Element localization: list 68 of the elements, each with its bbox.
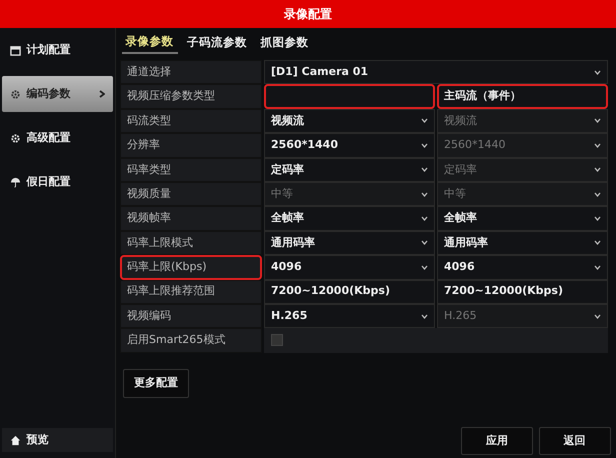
dropdown: 定码率 — [437, 158, 608, 182]
field-label: 分辨率 — [120, 133, 262, 158]
dropdown-caret-icon — [421, 216, 428, 222]
dropdown: 2560*1440 — [437, 133, 608, 158]
dropdown-caret-icon — [421, 167, 428, 172]
gear-icon — [10, 132, 21, 144]
dropdown: H.265 — [437, 304, 608, 328]
dropdown[interactable]: 定码率 — [264, 158, 435, 182]
dropdown-caret-icon — [594, 240, 601, 246]
dropdown[interactable]: 全帧率 — [264, 206, 435, 231]
tab[interactable]: 抓图参数 — [256, 30, 312, 54]
dropdown[interactable]: H.265 — [264, 304, 435, 328]
dropdown-caret-icon — [594, 142, 601, 148]
umbrella-icon — [10, 176, 21, 188]
dropdown: 视频流 — [437, 108, 608, 134]
dropdown-caret-icon — [594, 167, 601, 172]
dropdown[interactable]: 4096 — [437, 255, 608, 280]
tab[interactable]: 录像参数 — [122, 30, 178, 54]
field-label: 通道选择 — [120, 60, 262, 84]
field-label: 视频编码 — [120, 304, 262, 328]
sidebar-item[interactable]: 计划配置 — [2, 32, 113, 68]
chevron-right-icon — [99, 90, 105, 98]
dropdown-caret-icon — [421, 240, 428, 246]
calendar-icon — [10, 44, 21, 56]
dropdown-caret-icon — [421, 264, 428, 270]
preview-button[interactable]: 预览 — [2, 428, 113, 452]
checkbox[interactable] — [271, 334, 283, 346]
value-text: 7200~12000(Kbps) — [437, 280, 608, 304]
value-text: 主码流（事件） — [437, 84, 608, 109]
dropdown-caret-icon — [421, 192, 428, 197]
dropdown-caret-icon — [421, 314, 428, 319]
field-label: 视频质量 — [120, 182, 262, 206]
dropdown[interactable]: 通用码率 — [437, 230, 608, 256]
field-label: 码率类型 — [120, 158, 262, 182]
gear-icon — [10, 88, 21, 100]
field-label: 码率上限推荐范围 — [120, 280, 262, 304]
dropdown-caret-icon — [594, 118, 601, 124]
dropdown[interactable]: 全帧率 — [437, 206, 608, 231]
sidebar-item[interactable]: 编码参数 — [2, 76, 113, 112]
home-icon — [10, 434, 21, 446]
dropdown-caret-icon — [594, 70, 601, 75]
field-label: 码率上限(Kbps) — [120, 255, 262, 280]
field-label: 视频帧率 — [120, 206, 262, 231]
more-settings-button[interactable]: 更多配置 — [122, 369, 189, 398]
back-button[interactable]: 返回 — [538, 426, 610, 456]
dropdown[interactable]: 视频流 — [264, 108, 435, 134]
field-label: 视频压缩参数类型 — [120, 84, 262, 109]
dropdown-caret-icon — [594, 314, 601, 319]
dropdown: 中等 — [437, 182, 608, 206]
dropdown-caret-icon — [421, 118, 428, 124]
tab[interactable]: 子码流参数 — [183, 30, 251, 54]
dropdown[interactable]: 2560*1440 — [264, 133, 435, 158]
window-title: 录像配置 — [0, 0, 616, 28]
value-text: 7200~12000(Kbps) — [264, 280, 435, 304]
dropdown[interactable]: 4096 — [264, 255, 435, 280]
field-label: 启用Smart265模式 — [120, 328, 262, 353]
apply-button[interactable]: 应用 — [461, 426, 533, 456]
field-label: 码率上限模式 — [120, 230, 262, 256]
dropdown-caret-icon — [594, 192, 601, 197]
field-label: 码流类型 — [120, 108, 262, 134]
sidebar-item[interactable]: 高级配置 — [2, 120, 113, 156]
dropdown-caret-icon — [594, 216, 601, 222]
dropdown-caret-icon — [421, 142, 428, 148]
dropdown: 中等 — [264, 182, 435, 206]
dropdown[interactable]: [D1] Camera 01 — [264, 60, 608, 84]
dropdown[interactable]: 通用码率 — [264, 230, 435, 256]
sidebar-item[interactable]: 假日配置 — [2, 164, 113, 200]
dropdown-caret-icon — [594, 264, 601, 270]
